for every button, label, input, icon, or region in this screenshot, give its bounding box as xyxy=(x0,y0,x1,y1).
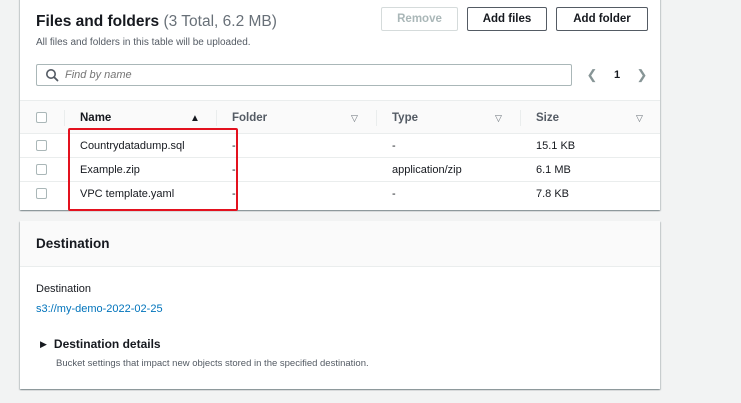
file-size: 7.8 KB xyxy=(536,188,570,200)
highlight-annotation-box xyxy=(68,128,238,211)
column-header-size[interactable]: Size xyxy=(536,101,559,135)
column-divider xyxy=(64,110,65,126)
destination-details-label: Destination details xyxy=(53,337,161,351)
destination-panel: Destination Destination s3://my-demo-202… xyxy=(20,221,660,389)
file-type: application/zip xyxy=(392,164,462,176)
column-header-type[interactable]: Type xyxy=(392,101,418,135)
add-files-button[interactable]: Add files xyxy=(467,7,547,31)
file-size: 15.1 KB xyxy=(536,140,576,152)
search-field[interactable] xyxy=(36,64,572,86)
destination-label: Destination xyxy=(36,283,92,295)
files-count: (3 Total, 6.2 MB) xyxy=(163,13,277,30)
sort-icon[interactable]: ▽ xyxy=(495,101,502,135)
files-title: Files and folders (3 Total, 6.2 MB) xyxy=(36,13,277,30)
column-divider xyxy=(376,110,377,126)
sort-icon[interactable]: ▽ xyxy=(351,101,358,135)
file-size: 6.1 MB xyxy=(536,164,571,176)
select-all-checkbox[interactable] xyxy=(36,112,47,123)
files-title-text: Files and folders xyxy=(36,13,160,30)
pagination: ❮ 1 ❯ xyxy=(586,66,648,84)
caret-right-icon: ▶ xyxy=(40,338,47,349)
row-checkbox[interactable] xyxy=(36,164,47,175)
destination-title: Destination xyxy=(36,236,110,251)
previous-page-icon[interactable]: ❮ xyxy=(586,67,598,83)
row-checkbox[interactable] xyxy=(36,188,47,199)
destination-link[interactable]: s3://my-demo-2022-02-25 xyxy=(36,303,163,315)
file-type: - xyxy=(392,140,396,152)
add-folder-button[interactable]: Add folder xyxy=(556,7,648,31)
column-divider xyxy=(520,110,521,126)
search-input[interactable] xyxy=(65,69,545,81)
files-description: All files and folders in this table will… xyxy=(36,37,251,48)
destination-details-description: Bucket settings that impact new objects … xyxy=(56,358,369,369)
files-header: Files and folders (3 Total, 6.2 MB) xyxy=(36,12,277,32)
next-page-icon[interactable]: ❯ xyxy=(636,67,648,83)
search-icon xyxy=(46,69,59,82)
destination-details-toggle[interactable]: ▶ Destination details xyxy=(40,337,161,351)
remove-button[interactable]: Remove xyxy=(381,7,458,31)
sort-icon[interactable]: ▽ xyxy=(636,101,643,135)
files-and-folders-panel: Files and folders (3 Total, 6.2 MB) All … xyxy=(20,0,660,211)
row-checkbox[interactable] xyxy=(36,140,47,151)
file-type: - xyxy=(392,188,396,200)
destination-header: Destination xyxy=(20,221,660,267)
column-divider xyxy=(216,110,217,126)
page-number[interactable]: 1 xyxy=(614,69,620,81)
